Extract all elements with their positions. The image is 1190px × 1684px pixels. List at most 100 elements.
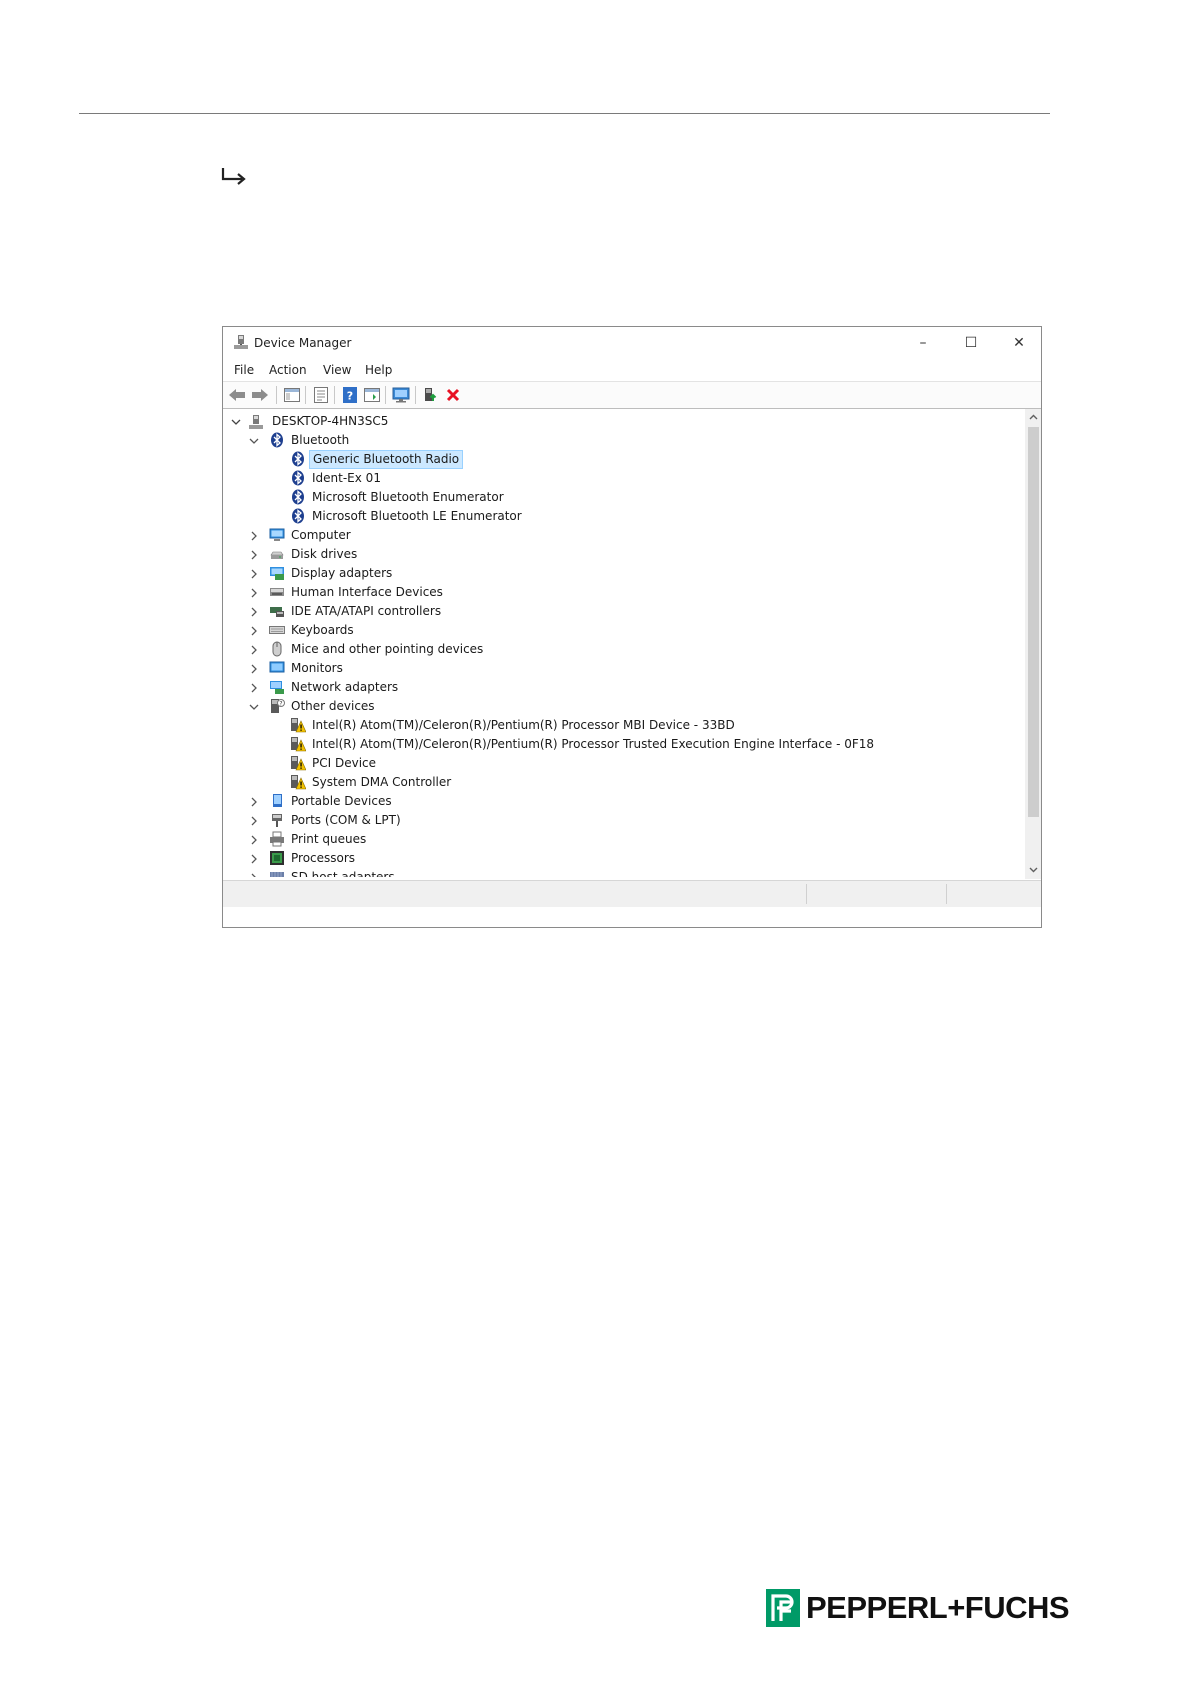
network-adapter-icon — [270, 681, 284, 694]
tree-item-label: Monitors — [291, 661, 343, 675]
chevron-right-icon[interactable] — [248, 815, 260, 827]
close-icon: ✕ — [1013, 335, 1025, 351]
tree-category-item[interactable]: Network adapters — [224, 678, 1014, 697]
tree-device-item[interactable]: PCI Device — [224, 754, 1014, 773]
tree-category-item[interactable]: Portable Devices — [224, 792, 1014, 811]
tree-item-label: Network adapters — [291, 680, 399, 694]
logo-text: PEPPERL+FUCHS — [806, 1590, 1070, 1625]
warning-device-icon — [291, 775, 306, 790]
tree-item-label: Other devices — [291, 699, 375, 713]
chevron-right-icon[interactable] — [248, 644, 260, 656]
tree-root[interactable]: DESKTOP-4HN3SC5 — [224, 412, 624, 431]
tree-item-label: Bluetooth — [291, 433, 350, 447]
result-arrow-icon — [221, 168, 246, 185]
tree-item-label: Microsoft Bluetooth Enumerator — [312, 490, 504, 504]
tree-item-label: SD host adapters — [291, 870, 395, 877]
action-pane-icon — [364, 388, 380, 402]
tree-device-item[interactable]: Microsoft Bluetooth LE Enumerator — [224, 507, 1014, 526]
chevron-right-icon[interactable] — [248, 853, 260, 865]
tree-device-item[interactable]: Intel(R) Atom(TM)/Celeron(R)/Pentium(R) … — [224, 735, 1014, 754]
menu-bar: File Action View Help — [223, 359, 1041, 381]
help-button[interactable]: ? — [341, 386, 359, 404]
tree-device-item[interactable]: Intel(R) Atom(TM)/Celeron(R)/Pentium(R) … — [224, 716, 1014, 735]
tree-category-item[interactable]: Processors — [224, 849, 1014, 868]
update-driver-button[interactable] — [422, 386, 440, 404]
scrollbar-thumb[interactable] — [1028, 427, 1039, 817]
warning-device-icon — [291, 737, 306, 752]
tree-category-item[interactable]: Human Interface Devices — [224, 583, 1014, 602]
forward-arrow-icon — [252, 389, 268, 401]
tree-category-item[interactable]: SD host adapters — [224, 868, 1014, 877]
chevron-right-icon[interactable] — [248, 606, 260, 618]
properties-button[interactable] — [312, 386, 330, 404]
scroll-down-icon[interactable] — [1028, 864, 1039, 875]
minimize-icon: – — [919, 335, 927, 351]
tree-device-item[interactable]: System DMA Controller — [224, 773, 1014, 792]
menu-action[interactable]: Action — [269, 363, 307, 377]
chevron-right-icon[interactable] — [248, 682, 260, 694]
menu-file[interactable]: File — [234, 363, 254, 377]
chevron-right-icon[interactable] — [248, 796, 260, 808]
tree-item-label: IDE ATA/ATAPI controllers — [291, 604, 442, 618]
tree-device-item[interactable]: Ident-Ex 01 — [224, 469, 1014, 488]
tree-category-item[interactable]: Disk drives — [224, 545, 1014, 564]
tree-item-label: Keyboards — [291, 623, 354, 637]
tree-category-item[interactable]: IDE ATA/ATAPI controllers — [224, 602, 1014, 621]
scan-hardware-button[interactable] — [392, 386, 410, 404]
menu-view[interactable]: View — [323, 363, 351, 377]
tree-category-item[interactable]: Print queues — [224, 830, 1014, 849]
chevron-right-icon[interactable] — [248, 872, 260, 877]
action-pane-button[interactable] — [363, 386, 381, 404]
window-title: Device Manager — [254, 336, 352, 350]
minimize-button[interactable]: – — [900, 331, 946, 355]
warning-device-icon — [291, 718, 306, 733]
tree-category-item[interactable]: Ports (COM & LPT) — [224, 811, 1014, 830]
show-hide-console-tree-button[interactable] — [283, 386, 301, 404]
tree-item-label: Ident-Ex 01 — [312, 471, 381, 485]
chevron-down-icon[interactable] — [248, 435, 260, 447]
hid-icon — [270, 588, 284, 596]
processor-icon — [270, 851, 284, 865]
tree-category-item[interactable]: Keyboards — [224, 621, 1014, 640]
tree-device-item[interactable]: Microsoft Bluetooth Enumerator — [224, 488, 1014, 507]
chevron-right-icon[interactable] — [248, 663, 260, 675]
close-button[interactable]: ✕ — [996, 331, 1041, 355]
tree-category-item[interactable]: Monitors — [224, 659, 1014, 678]
status-bar — [223, 880, 1041, 907]
chevron-right-icon[interactable] — [248, 549, 260, 561]
bluetooth-icon — [271, 432, 283, 448]
chevron-right-icon[interactable] — [248, 530, 260, 542]
chevron-down-icon[interactable] — [248, 701, 260, 713]
vertical-scrollbar[interactable] — [1025, 409, 1041, 879]
toolbar-separator — [276, 386, 277, 404]
tree-item-label: Processors — [291, 851, 356, 865]
chevron-right-icon[interactable] — [248, 834, 260, 846]
uninstall-device-button[interactable] — [444, 386, 462, 404]
device-manager-icon — [234, 335, 248, 349]
chevron-right-icon[interactable] — [248, 625, 260, 637]
forward-button[interactable] — [251, 386, 269, 404]
tree-item-label: PCI Device — [312, 756, 377, 770]
header-rule — [79, 113, 1050, 114]
tree-item-label: Intel(R) Atom(TM)/Celeron(R)/Pentium(R) … — [312, 718, 735, 732]
printer-icon — [270, 831, 284, 847]
maximize-button[interactable]: ☐ — [948, 331, 994, 355]
tree-device-item[interactable]: Generic Bluetooth Radio — [224, 450, 1014, 469]
chevron-right-icon[interactable] — [248, 568, 260, 580]
tree-category-item[interactable]: ? Other devices — [224, 697, 1014, 716]
computer-root-icon — [249, 415, 263, 429]
chevron-right-icon[interactable] — [248, 587, 260, 599]
scroll-up-icon[interactable] — [1028, 412, 1039, 423]
back-button[interactable] — [228, 386, 246, 404]
status-divider — [806, 884, 807, 904]
chevron-down-icon — [231, 419, 241, 425]
tree-category-item[interactable]: Computer — [224, 526, 1014, 545]
menu-help[interactable]: Help — [365, 363, 392, 377]
tree-category-item[interactable]: Bluetooth — [224, 431, 1014, 450]
title-bar[interactable]: Device Manager – ☐ ✕ — [223, 327, 1041, 359]
toolbar-separator — [334, 386, 335, 404]
tree-item-label: Portable Devices — [291, 794, 392, 808]
keyboard-icon — [269, 626, 285, 634]
tree-category-item[interactable]: Display adapters — [224, 564, 1014, 583]
tree-category-item[interactable]: Mice and other pointing devices — [224, 640, 1014, 659]
